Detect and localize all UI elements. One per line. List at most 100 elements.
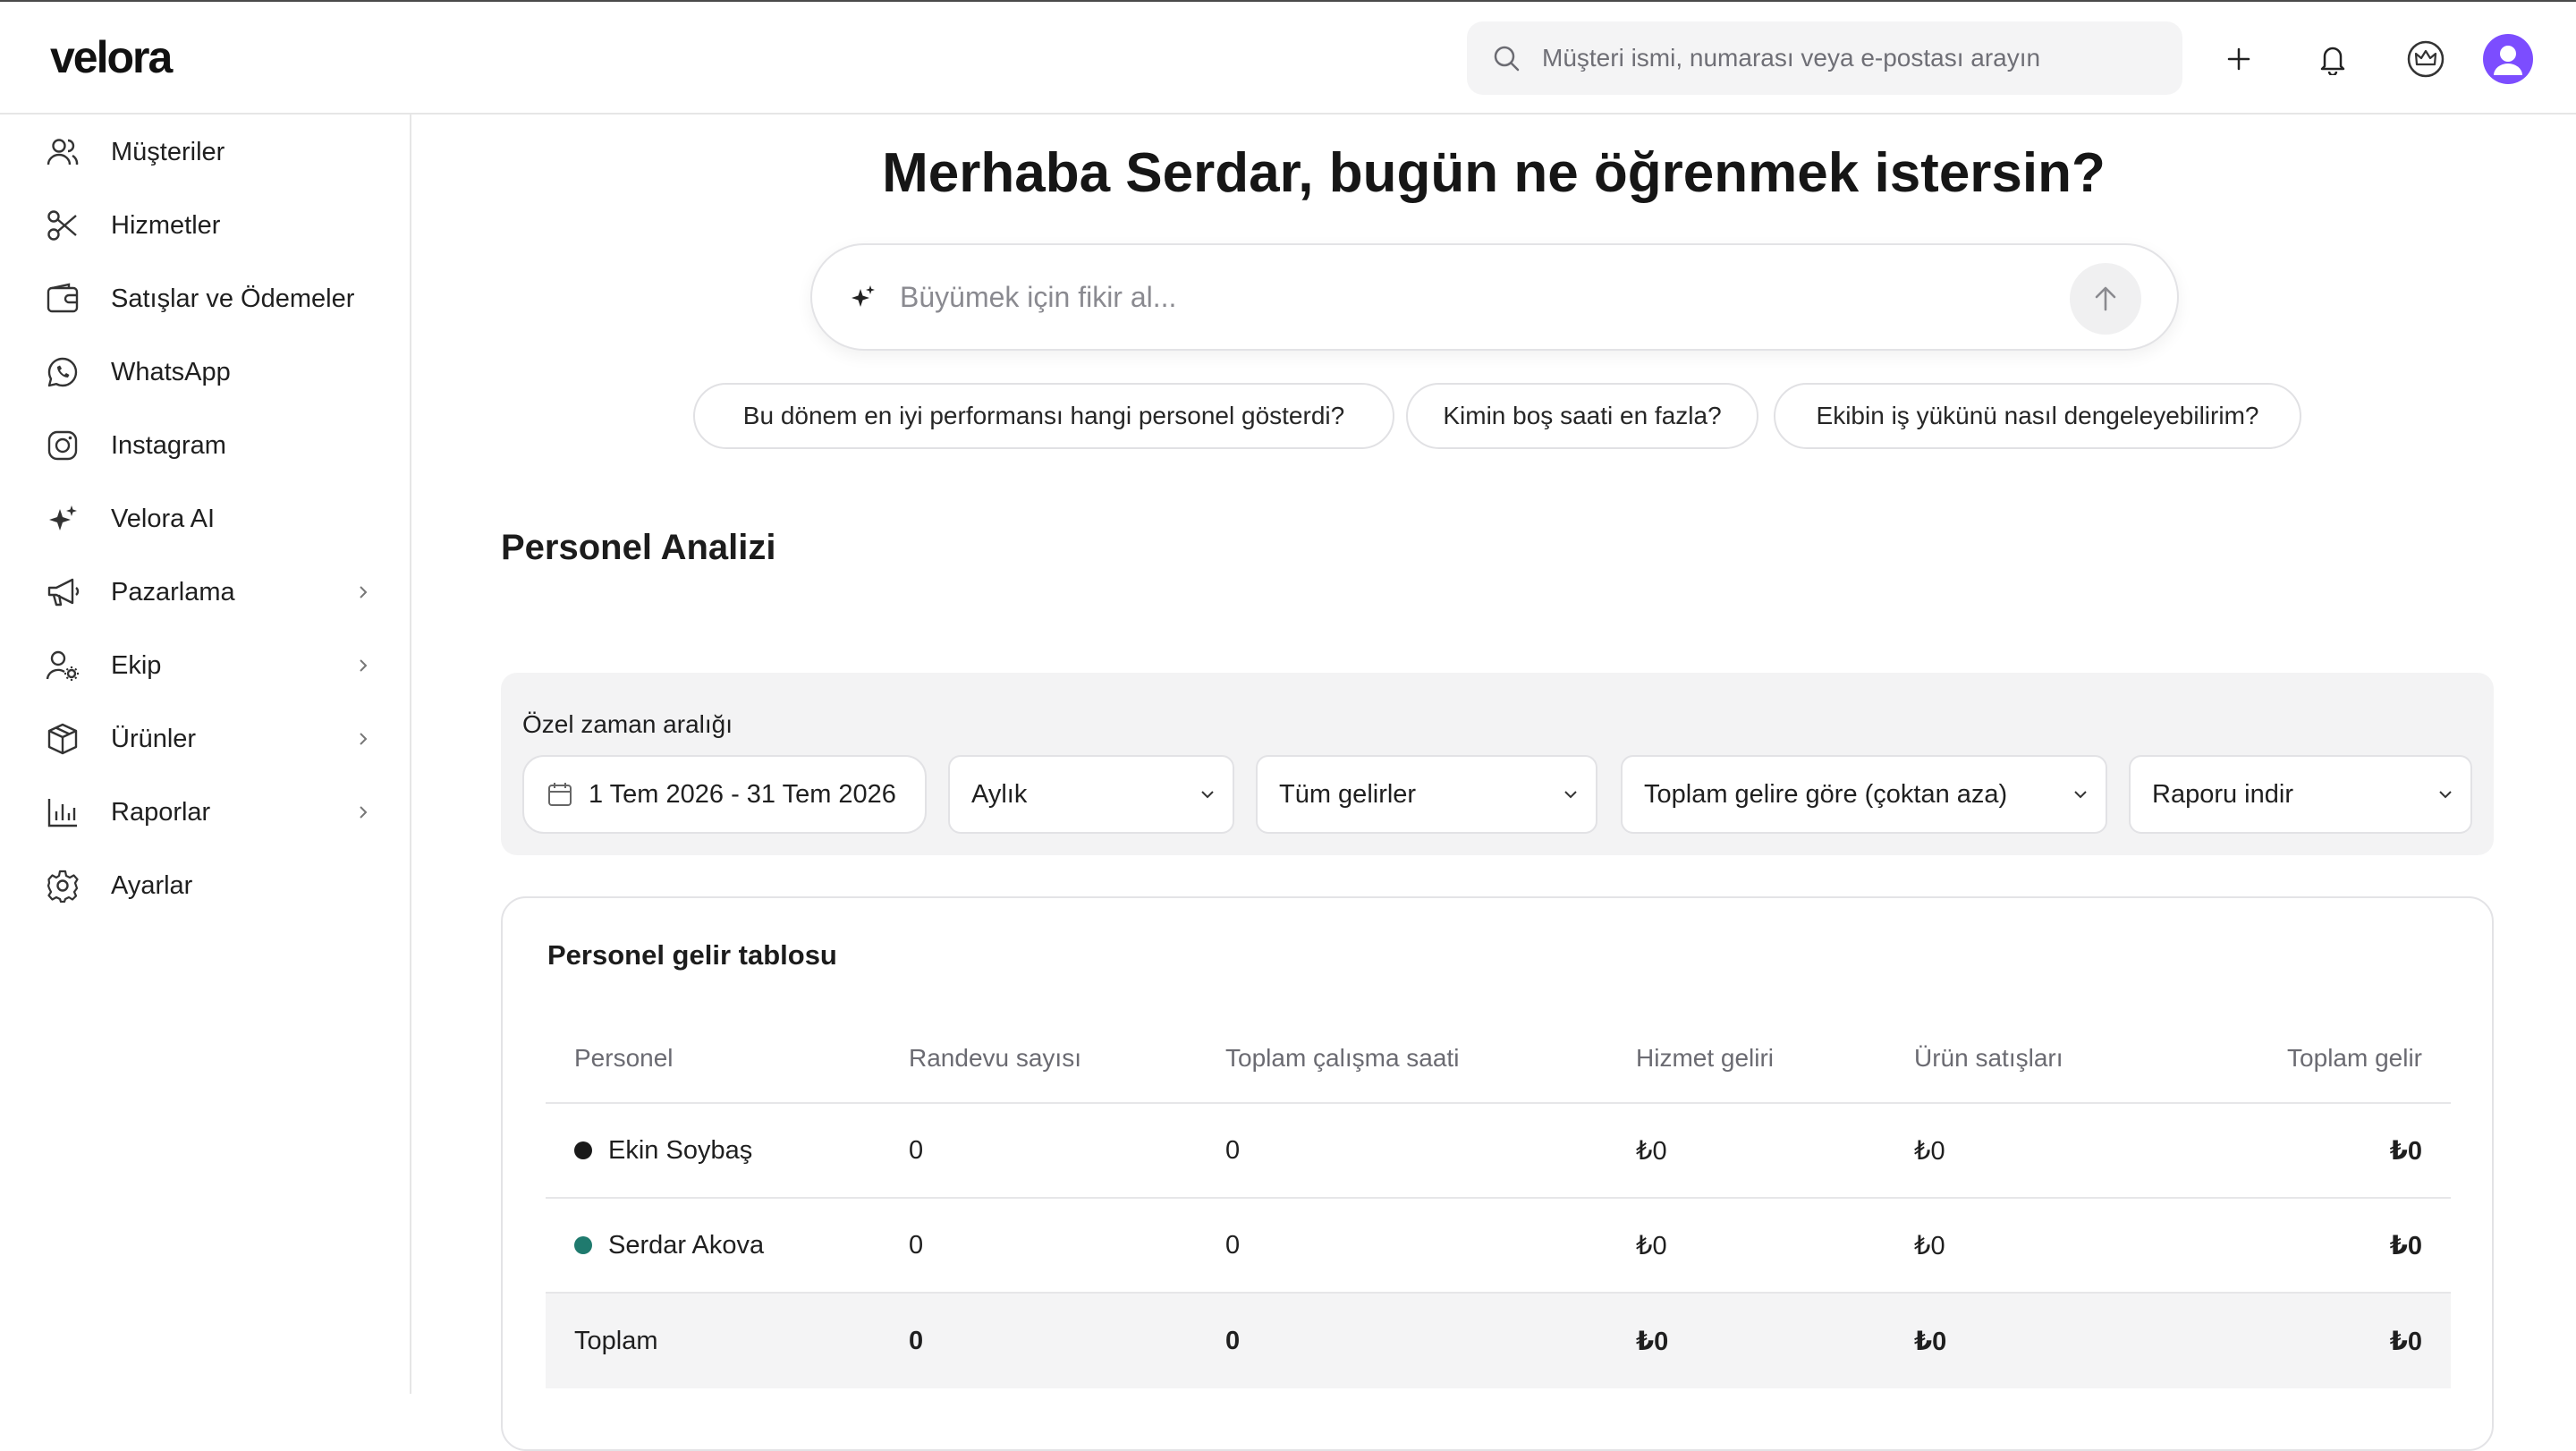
column-header[interactable]: Toplam çalışma saati [1225, 1014, 1459, 1102]
sidebar-item-raporlar[interactable]: Raporlar [45, 784, 376, 841]
sidebar-item-label: Ürünler [111, 724, 197, 753]
gear-icon [45, 868, 80, 904]
download-report-select[interactable]: Raporu indir [2129, 755, 2472, 834]
scissors-icon [45, 208, 80, 243]
sidebar-item-label: Ekip [111, 650, 162, 680]
sidebar-item-label: Instagram [111, 430, 226, 460]
premium-button[interactable] [2401, 34, 2451, 84]
period-value: Aylık [971, 779, 1028, 809]
arrow-up-icon [2095, 286, 2116, 311]
bell-icon [2320, 47, 2345, 75]
sort-select[interactable]: Toplam gelire göre (çoktan aza) [1621, 755, 2107, 834]
chevron-down-icon [2435, 784, 2456, 805]
bar-chart-icon [45, 794, 80, 830]
sparkle-icon [848, 282, 878, 312]
total-label: Toplam [574, 1326, 658, 1355]
megaphone-icon [45, 574, 80, 610]
plus-icon [2227, 47, 2250, 71]
sidebar-item-hizmetler[interactable]: Hizmetler [45, 197, 376, 254]
column-header[interactable]: Hizmet geliri [1636, 1014, 1774, 1102]
suggestion-chip[interactable]: Kimin boş saati en fazla? [1406, 383, 1758, 449]
global-search[interactable] [1467, 21, 2182, 95]
date-range-picker[interactable]: 1 Tem 2026 - 31 Tem 2026 [522, 755, 927, 834]
income-type-select[interactable]: Tüm gelirler [1256, 755, 1597, 834]
sidebar-item-whatsapp[interactable]: WhatsApp [45, 344, 376, 401]
sidebar: Müşteriler Hizmetler Satışlar ve Ödemele… [0, 115, 411, 1394]
search-icon [1488, 40, 1524, 76]
product-sales-cell: ₺0 [1914, 1136, 1945, 1166]
sidebar-item-label: Satışlar ve Ödemeler [111, 284, 355, 313]
chevron-down-icon [1197, 784, 1218, 805]
search-input[interactable] [1540, 43, 2152, 73]
suggestion-chip[interactable]: Bu dönem en iyi performansı hangi person… [693, 383, 1394, 449]
whatsapp-icon [45, 354, 80, 390]
ai-prompt-input[interactable] [898, 279, 2046, 315]
sidebar-item-ayarlar[interactable]: Ayarlar [45, 857, 376, 914]
sidebar-item-satislar[interactable]: Satışlar ve Ödemeler [45, 270, 376, 327]
sidebar-item-pazarlama[interactable]: Pazarlama [45, 564, 376, 621]
sidebar-item-label: Müşteriler [111, 137, 225, 166]
calendar-icon [546, 780, 574, 809]
sidebar-item-label: WhatsApp [111, 357, 231, 386]
total-income-cell: ₺0 [2389, 1136, 2422, 1166]
add-button[interactable] [2214, 34, 2264, 84]
crown-icon [2407, 40, 2445, 78]
table-total-row: Toplam 0 0 ₺0 ₺0 ₺0 [546, 1294, 2451, 1388]
sidebar-item-urunler[interactable]: Ürünler [45, 710, 376, 768]
total-appointments: 0 [909, 1326, 924, 1355]
staff-name-cell: Serdar Akova [574, 1199, 764, 1292]
date-range-value: 1 Tem 2026 - 31 Tem 2026 [589, 779, 896, 809]
sort-value: Toplam gelire göre (çoktan aza) [1644, 779, 2008, 809]
sidebar-item-instagram[interactable]: Instagram [45, 417, 376, 474]
notifications-button[interactable] [2308, 34, 2358, 84]
column-header[interactable]: Personel [574, 1014, 674, 1102]
table-row[interactable]: Serdar Akova 0 0 ₺0 ₺0 ₺0 [546, 1199, 2451, 1294]
grand-total: ₺0 [2389, 1327, 2422, 1356]
staff-name: Serdar Akova [608, 1230, 765, 1260]
svg-text:velora: velora [50, 32, 174, 82]
column-header[interactable]: Randevu sayısı [909, 1014, 1081, 1102]
sidebar-item-musteriler[interactable]: Müşteriler [45, 123, 376, 181]
total-service-income: ₺0 [1636, 1327, 1669, 1356]
top-bar: velora [0, 2, 2576, 115]
user-avatar[interactable] [2483, 34, 2533, 84]
hours-cell: 0 [1225, 1230, 1241, 1260]
filter-label: Özel zaman aralığı [522, 710, 733, 738]
staff-name-cell: Ekin Soybaş [574, 1104, 752, 1197]
brand-logo[interactable]: velora [50, 27, 184, 89]
column-header[interactable]: Toplam gelir [2287, 1014, 2422, 1102]
table-row[interactable]: Ekin Soybaş 0 0 ₺0 ₺0 ₺0 [546, 1104, 2451, 1199]
suggestion-chip[interactable]: Ekibin iş yükünü nasıl dengeleyebilirim? [1774, 383, 2301, 449]
filter-panel: Özel zaman aralığı 1 Tem 2026 - 31 Tem 2… [501, 673, 2494, 855]
sidebar-item-ekip[interactable]: Ekip [45, 637, 376, 694]
total-product-sales: ₺0 [1914, 1327, 1947, 1356]
chevron-right-icon [351, 653, 376, 678]
sidebar-item-label: Raporlar [111, 797, 211, 827]
staff-income-table: Personel Randevu sayısı Toplam çalışma s… [546, 1014, 2451, 1388]
column-header[interactable]: Ürün satışları [1914, 1014, 2063, 1102]
period-select[interactable]: Aylık [948, 755, 1234, 834]
table-header-row: Personel Randevu sayısı Toplam çalışma s… [546, 1014, 2451, 1104]
chevron-down-icon [2070, 784, 2091, 805]
section-title: Personel Analizi [501, 528, 776, 567]
ai-prompt-box[interactable] [810, 243, 2179, 351]
appointments-cell: 0 [909, 1230, 924, 1260]
staff-name: Ekin Soybaş [608, 1135, 753, 1165]
box-icon [45, 721, 80, 757]
total-income-cell: ₺0 [2389, 1231, 2422, 1260]
product-sales-cell: ₺0 [1914, 1231, 1945, 1260]
instagram-icon [45, 428, 80, 463]
download-report-label: Raporu indir [2152, 779, 2293, 809]
staff-income-card: Personel gelir tablosu Personel Randevu … [501, 896, 2494, 1451]
sidebar-item-velora-ai[interactable]: Velora AI [45, 490, 376, 547]
hours-cell: 0 [1225, 1135, 1241, 1165]
chevron-right-icon [351, 800, 376, 825]
table-title: Personel gelir tablosu [547, 939, 837, 971]
users-icon [45, 134, 80, 170]
sidebar-item-label: Ayarlar [111, 870, 193, 900]
wallet-icon [45, 281, 80, 317]
user-avatar-icon [2494, 46, 2522, 75]
staff-color-dot [574, 1141, 592, 1159]
main-content: Merhaba Serdar, bugün ne öğrenmek isters… [411, 115, 2576, 1451]
send-button[interactable] [2070, 263, 2141, 335]
